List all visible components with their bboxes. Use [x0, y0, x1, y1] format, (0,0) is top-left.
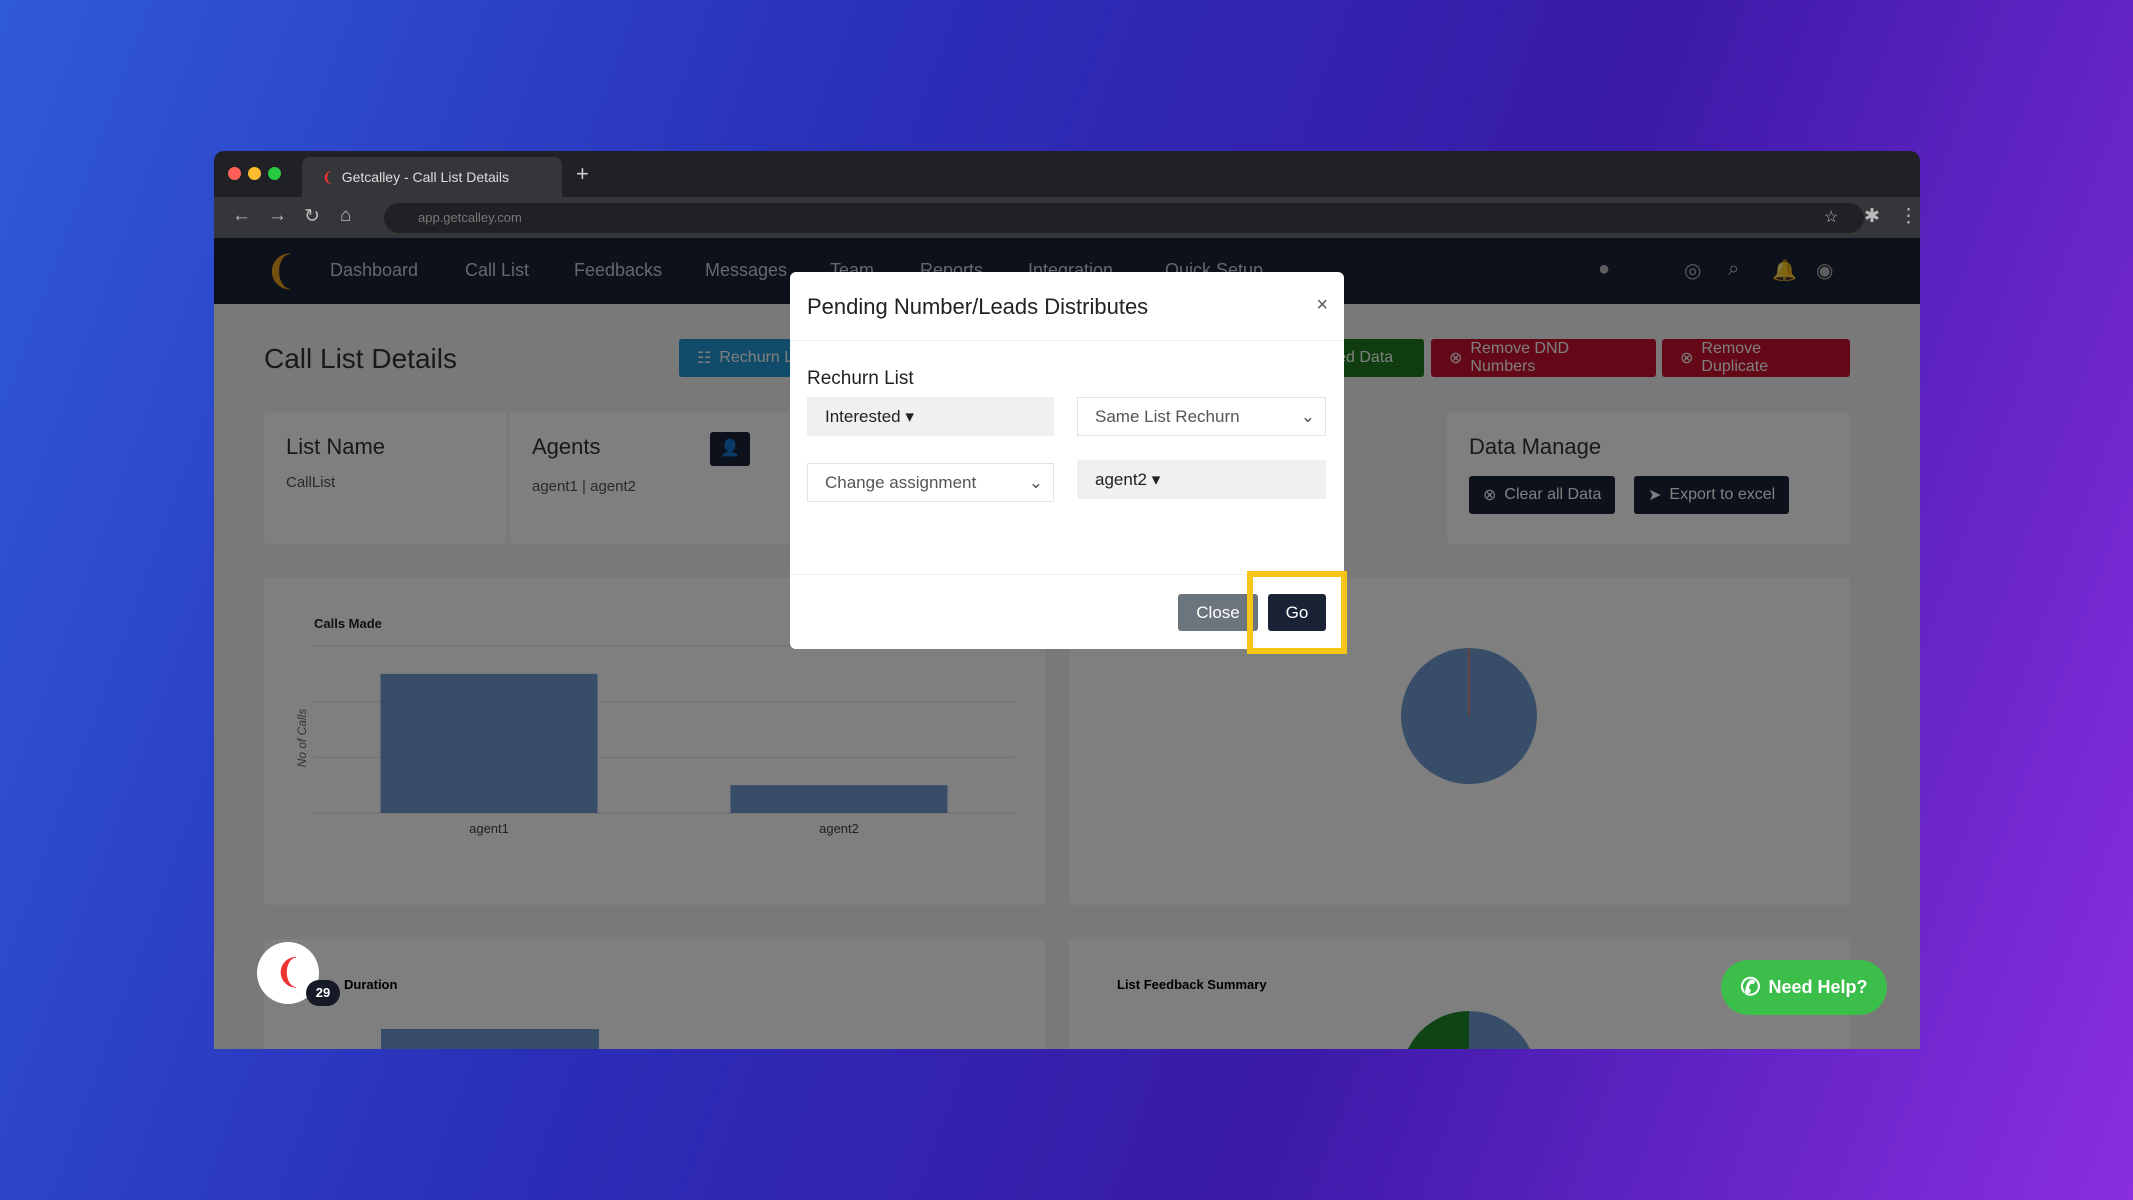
- logo-icon: ❨: [322, 168, 334, 185]
- back-icon[interactable]: ←: [232, 205, 251, 227]
- whatsapp-icon: ✆: [1740, 974, 1761, 1001]
- browser-tab[interactable]: ❨ Getcalley - Call List Details: [302, 157, 562, 197]
- status-dropdown[interactable]: Interested ▾: [807, 397, 1054, 436]
- close-window-button[interactable]: [228, 167, 241, 180]
- reload-icon[interactable]: ↻: [304, 205, 320, 228]
- maximize-window-button[interactable]: [268, 167, 281, 180]
- chevron-down-icon: ⌄: [1028, 472, 1043, 492]
- bookmark-star-icon[interactable]: ☆: [1824, 207, 1838, 227]
- chevron-down-icon: ⌄: [1300, 406, 1315, 426]
- close-icon[interactable]: ×: [1316, 294, 1328, 317]
- forward-icon[interactable]: →: [268, 205, 287, 227]
- assignment-select[interactable]: Change assignment ⌄: [807, 463, 1054, 502]
- minimize-window-button[interactable]: [248, 167, 261, 180]
- close-button[interactable]: Close: [1178, 594, 1258, 631]
- menu-icon[interactable]: ⋮: [1899, 205, 1918, 228]
- logo-icon: ❨: [274, 953, 303, 991]
- extensions-icon[interactable]: ✱: [1864, 205, 1880, 228]
- divider: [790, 340, 1344, 341]
- new-tab-button[interactable]: +: [576, 161, 589, 187]
- section-label: Rechurn List: [807, 368, 914, 389]
- modal-title: Pending Number/Leads Distributes: [807, 294, 1149, 319]
- agent-dropdown[interactable]: agent2 ▾: [1077, 460, 1326, 499]
- need-help-button[interactable]: ✆ Need Help?: [1721, 960, 1887, 1015]
- url-input[interactable]: app.getcalley.com: [384, 203, 1864, 233]
- tab-bar: ❨ Getcalley - Call List Details +: [214, 151, 1920, 197]
- address-bar-row: ← → ↻ ⌂ app.getcalley.com ☆ ✱ ⋮: [214, 197, 1920, 238]
- notification-badge: 29: [306, 980, 340, 1006]
- home-icon[interactable]: ⌂: [340, 205, 351, 227]
- rechurn-type-select[interactable]: Same List Rechurn ⌄: [1077, 397, 1326, 436]
- go-button-highlight: [1247, 571, 1347, 654]
